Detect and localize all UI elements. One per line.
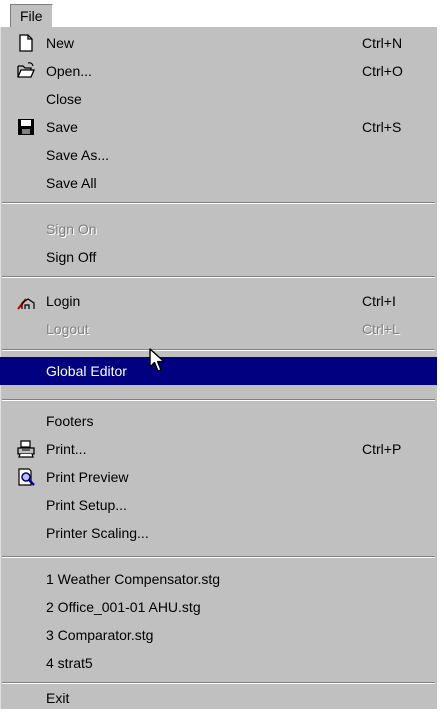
menu-item-label: Print... [46,441,87,457]
menu-item-global-editor[interactable]: Global Editor [0,357,437,385]
file-menu[interactable]: File [10,4,53,28]
menu-item-label: Sign On [46,221,97,237]
menu-item-login[interactable]: Login Ctrl+I [0,287,437,315]
menu-item-printer-scaling[interactable]: Printer Scaling... [0,519,437,547]
menu-separator [2,349,435,351]
menu-item-shortcut: Ctrl+I [362,293,396,309]
menu-item-open[interactable]: Open... Ctrl+O [0,57,437,85]
menu-separator [2,556,435,558]
menu-item-label: Sign Off [46,249,97,265]
menu-item-print-preview[interactable]: Print Preview [0,463,437,491]
menu-item-shortcut: Ctrl+N [362,35,403,51]
menu-item-label: Footers [46,413,94,429]
floppy-disk-icon [18,119,34,135]
menu-item-recent-file-2[interactable]: 2 Office_001-01 AHU.stg [0,593,437,621]
menu-item-label: 4 strat5 [46,655,93,671]
menu-item-label: 1 Weather Compensator.stg [46,571,221,587]
menu-item-label: Print Setup... [46,497,127,513]
menu-separator [2,276,435,278]
menu-item-label: Exit [46,690,70,706]
menu-item-shortcut: Ctrl+O [362,63,403,79]
menu-item-label: Logout [46,321,89,337]
mouse-pointer-icon [149,348,165,372]
menu-item-label: Global Editor [46,363,127,379]
open-folder-icon [17,62,35,78]
menu-item-label: Save As... [46,147,110,163]
print-preview-icon [18,468,35,486]
menu-item-exit[interactable]: Exit [0,680,437,708]
menu-item-recent-file-3[interactable]: 3 Comparator.stg [0,621,437,649]
menu-item-label: Close [46,91,82,107]
menu-item-print[interactable]: Print... Ctrl+P [0,435,437,463]
menu-item-sign-off[interactable]: Sign Off [0,243,437,271]
menu-item-close[interactable]: Close [0,85,437,113]
menu-item-label: Save All [46,175,97,191]
menu-separator [2,399,435,401]
menu-separator [2,202,435,204]
menu-item-label: Save [46,119,78,135]
menu-item-label: Print Preview [46,469,129,485]
menu-item-label: Open... [46,63,92,79]
menu-bar: File [0,0,444,30]
file-dropdown-menu: New Ctrl+N Open... Ctrl+O Close Save Ctr… [0,27,440,709]
menu-item-logout: Logout Ctrl+L [0,315,437,343]
menu-item-label: 3 Comparator.stg [46,627,154,643]
login-icon [17,298,35,310]
menu-item-footers[interactable]: Footers [0,407,437,435]
menu-item-label: New [46,35,75,51]
menu-item-shortcut: Ctrl+L [362,321,400,337]
menu-item-new[interactable]: New Ctrl+N [0,29,437,57]
menu-item-recent-file-4[interactable]: 4 strat5 [0,649,437,677]
printer-icon [17,440,35,458]
menu-item-shortcut: Ctrl+S [362,119,402,135]
menu-item-save-as[interactable]: Save As... [0,141,437,169]
menu-item-label: Login [46,293,81,309]
menu-item-shortcut: Ctrl+P [362,441,402,457]
new-document-icon [19,34,33,52]
menu-item-save[interactable]: Save Ctrl+S [0,113,437,141]
menu-item-save-all[interactable]: Save All [0,169,437,197]
menu-item-label: Printer Scaling... [46,525,149,541]
menu-item-sign-on: Sign On [0,215,437,243]
menu-item-recent-file-1[interactable]: 1 Weather Compensator.stg [0,565,437,593]
menu-item-print-setup[interactable]: Print Setup... [0,491,437,519]
menu-item-label: 2 Office_001-01 AHU.stg [46,599,201,615]
